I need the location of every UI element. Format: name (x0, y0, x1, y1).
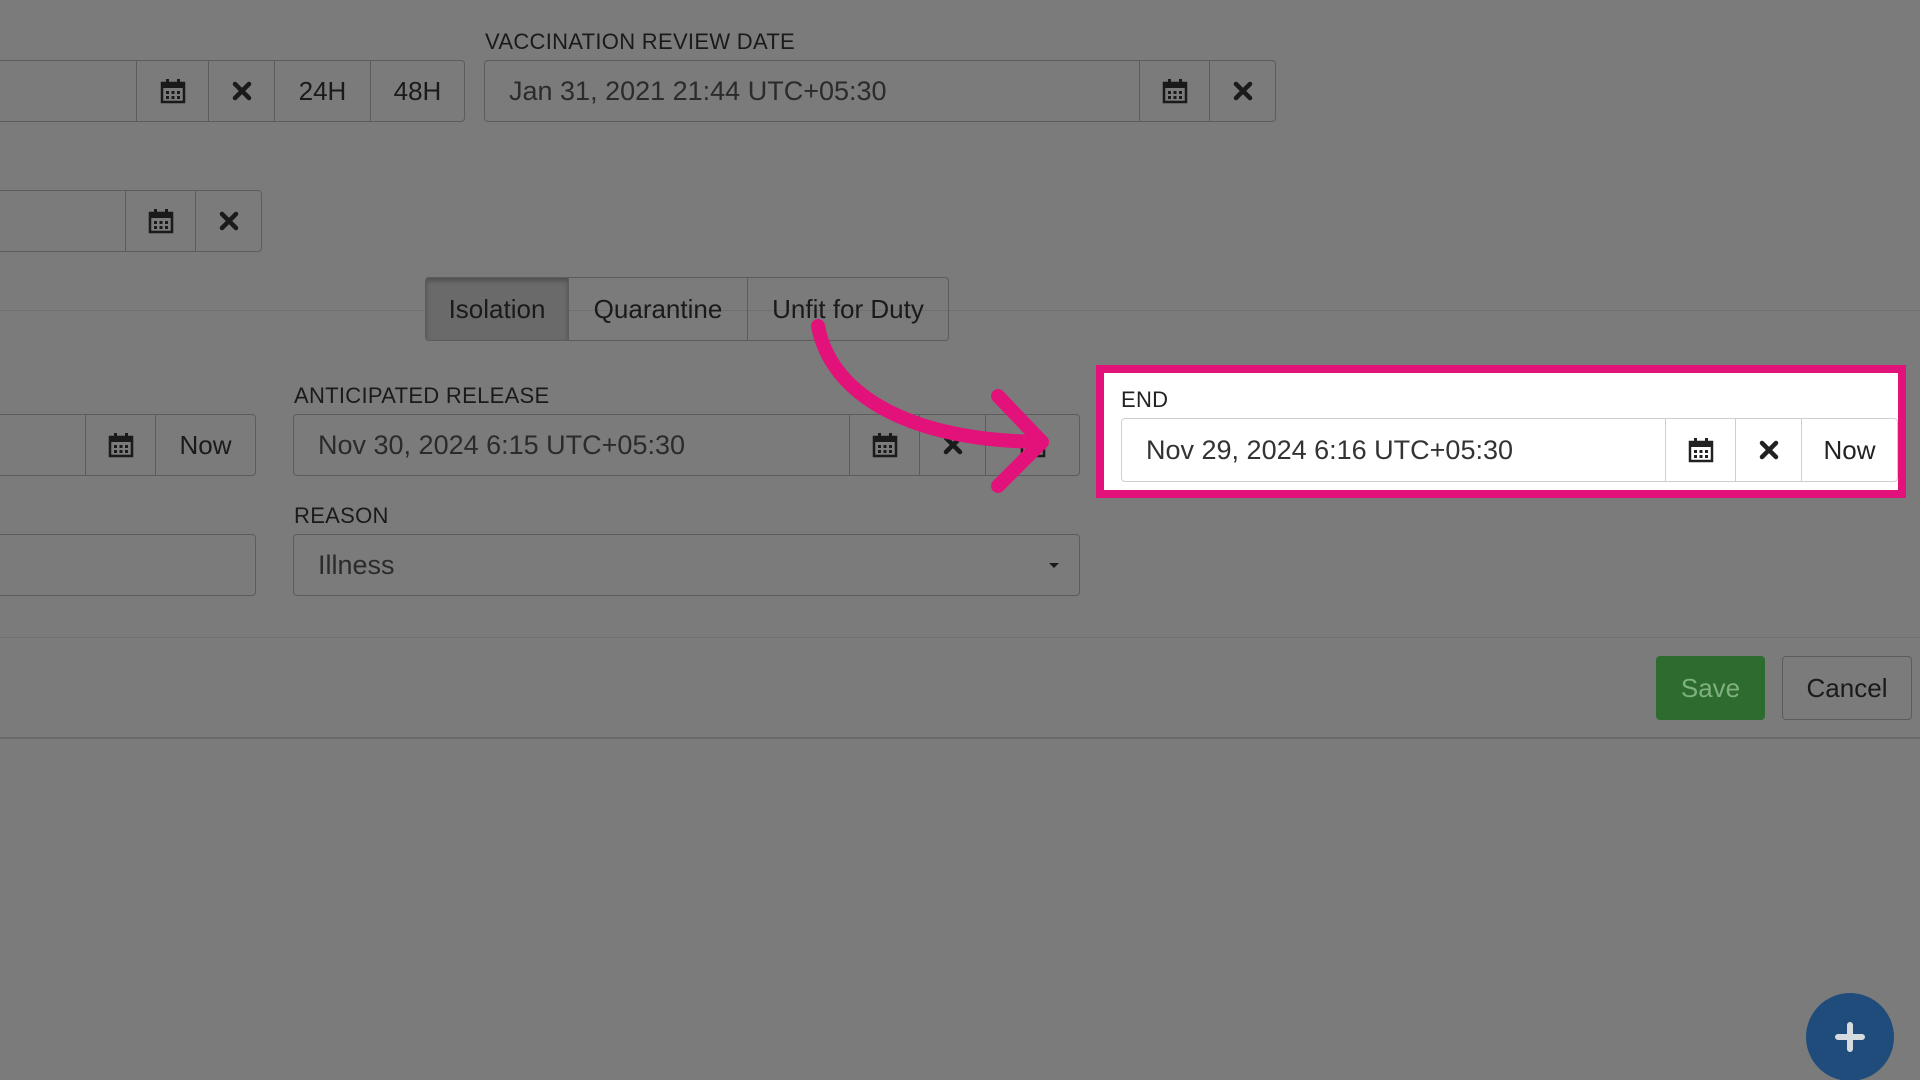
date-time-group-top-left: 24H 48H (0, 60, 465, 122)
calendar-icon (148, 209, 173, 234)
clear-button[interactable] (208, 61, 274, 121)
date-time-input-top-left[interactable] (0, 61, 136, 121)
anticipated-release-label: ANTICIPATED RELEASE (294, 383, 550, 408)
reason-select[interactable]: Illness (293, 534, 1080, 596)
modal-overlay: 24H 48H VACCINATION REVIEW DATE Jan 31, … (0, 0, 1920, 1080)
reason-selected-value: Illness (318, 549, 395, 580)
annotation-arrow-icon (811, 319, 1049, 493)
text-field-left[interactable] (0, 534, 256, 596)
footer-divider (0, 637, 1920, 638)
calendar-button[interactable] (1665, 419, 1735, 481)
start-date-input[interactable] (0, 415, 85, 475)
calendar-button[interactable] (85, 415, 155, 475)
reason-label: REASON (294, 503, 389, 528)
save-button[interactable]: Save (1656, 656, 1765, 720)
close-icon (232, 81, 251, 101)
end-date-label: END (1121, 387, 1169, 412)
add-fab-button[interactable] (1806, 993, 1894, 1080)
now-button[interactable]: Now (155, 415, 255, 475)
close-icon (1759, 440, 1778, 460)
end-date-input[interactable]: Nov 29, 2024 6:16 UTC+05:30 (1122, 419, 1665, 481)
plus-48h-button[interactable]: 48H (370, 61, 464, 121)
clear-button[interactable] (1209, 61, 1275, 121)
date-time-input-row2[interactable] (0, 191, 125, 251)
footer-divider-bottom (0, 737, 1920, 739)
calendar-icon (108, 433, 133, 458)
close-icon (219, 211, 238, 231)
close-icon (1233, 81, 1252, 101)
calendar-icon (160, 79, 185, 104)
calendar-button[interactable] (1139, 61, 1209, 121)
calendar-button[interactable] (136, 61, 208, 121)
calendar-icon (1688, 438, 1713, 463)
start-date-group: Now (0, 414, 256, 476)
clear-button[interactable] (195, 191, 261, 251)
chevron-down-icon (1029, 535, 1079, 595)
vaccination-review-date-group: Jan 31, 2021 21:44 UTC+05:30 (484, 60, 1276, 122)
vaccination-review-date-input[interactable]: Jan 31, 2021 21:44 UTC+05:30 (485, 61, 1139, 121)
anticipated-release-input[interactable]: Nov 30, 2024 6:15 UTC+05:30 (294, 415, 849, 475)
toggle-isolation[interactable]: Isolation (426, 278, 568, 340)
toggle-quarantine[interactable]: Quarantine (568, 278, 747, 340)
plus-icon (1835, 1022, 1865, 1052)
vaccination-review-date-label: VACCINATION REVIEW DATE (485, 29, 796, 54)
date-time-group-row2 (0, 190, 262, 252)
now-button[interactable]: Now (1801, 419, 1897, 481)
cancel-button[interactable]: Cancel (1782, 656, 1912, 720)
end-date-highlight: END Nov 29, 2024 6:16 UTC+05:30 Now (1096, 365, 1906, 498)
calendar-button[interactable] (125, 191, 195, 251)
calendar-icon (1162, 79, 1187, 104)
end-date-group: Nov 29, 2024 6:16 UTC+05:30 Now (1121, 418, 1898, 482)
plus-24h-button[interactable]: 24H (274, 61, 370, 121)
clear-button[interactable] (1735, 419, 1801, 481)
